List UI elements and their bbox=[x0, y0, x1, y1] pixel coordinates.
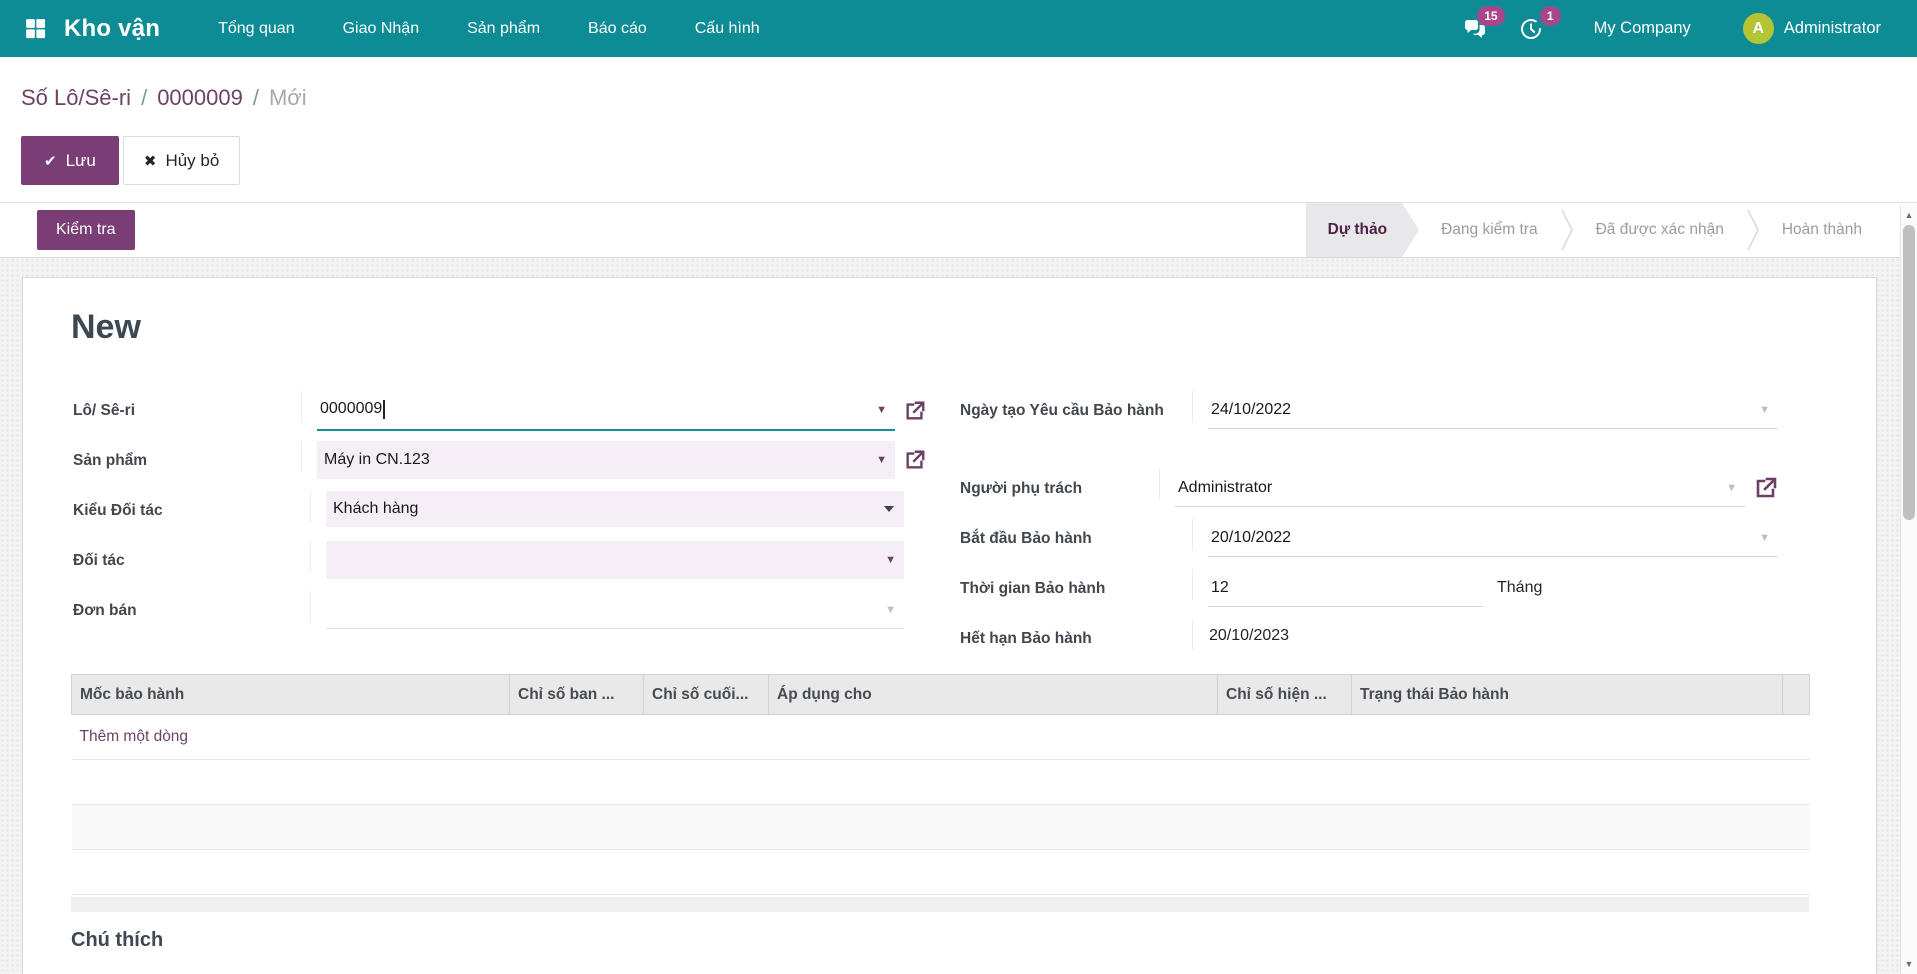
systray: 15 1 My Company A Administrator bbox=[1460, 13, 1903, 44]
dropdown-caret-icon[interactable]: ▼ bbox=[1759, 532, 1770, 544]
column-header-initial-index[interactable]: Chỉ số ban ... bbox=[510, 675, 644, 715]
state-hoan-thanh[interactable]: Hoàn thành bbox=[1760, 203, 1884, 257]
state-da-duoc-xac-nhan[interactable]: Đã được xác nhận bbox=[1574, 203, 1746, 257]
breadcrumb-current: Mới bbox=[269, 85, 307, 111]
breadcrumb-separator: / bbox=[141, 85, 147, 111]
field-label-warranty-duration: Thời gian Bảo hành bbox=[958, 569, 1193, 600]
x-icon: ✖ bbox=[144, 152, 157, 170]
chevron-separator-icon bbox=[1560, 203, 1574, 257]
table-row bbox=[72, 805, 1810, 850]
column-header-actions bbox=[1783, 675, 1810, 715]
dropdown-caret-icon[interactable]: ▼ bbox=[876, 454, 887, 466]
dropdown-caret-icon[interactable]: ▼ bbox=[885, 554, 896, 566]
control-panel: Số Lô/Sê-ri / 0000009 / Mới ✔ Lưu ✖ Hủy … bbox=[0, 57, 1917, 203]
dropdown-caret-icon[interactable]: ▼ bbox=[1726, 482, 1737, 494]
warranty-expiry-value: 20/10/2023 bbox=[1208, 619, 1289, 645]
form-left-column: Lô/ Sê-ri 0000009 ▼ Sản phẩm bbox=[71, 391, 926, 669]
odoo-app-window: Kho vận Tổng quan Giao Nhận Sản phẩm Báo… bbox=[0, 0, 1917, 974]
vertical-scrollbar[interactable]: ▲ ▼ bbox=[1900, 205, 1917, 974]
menu-giao-nhan[interactable]: Giao Nhận bbox=[319, 0, 444, 57]
field-label-warranty-start: Bắt đầu Bảo hành bbox=[958, 519, 1193, 550]
user-menu[interactable]: A Administrator bbox=[1743, 13, 1881, 44]
warranty-milestone-table: Mốc bảo hành Chỉ số ban ... Chỉ số cuối.… bbox=[71, 674, 1810, 895]
table-row bbox=[72, 760, 1810, 805]
breadcrumb: Số Lô/Sê-ri / 0000009 / Mới bbox=[21, 85, 307, 111]
select-arrow-icon bbox=[884, 506, 894, 512]
top-navbar: Kho vận Tổng quan Giao Nhận Sản phẩm Báo… bbox=[0, 0, 1917, 57]
partner-field[interactable]: ▼ bbox=[326, 541, 904, 579]
field-label-responsible: Người phụ trách bbox=[958, 469, 1160, 500]
activities-clock-icon[interactable]: 1 bbox=[1516, 14, 1546, 44]
field-label-partner: Đối tác bbox=[71, 541, 311, 572]
messages-icon[interactable]: 15 bbox=[1460, 14, 1490, 44]
save-button[interactable]: ✔ Lưu bbox=[21, 136, 119, 185]
column-header-milestone[interactable]: Mốc bảo hành bbox=[72, 675, 510, 715]
user-name: Administrator bbox=[1784, 19, 1881, 38]
request-date-field[interactable]: 24/10/2022 ▼ bbox=[1208, 391, 1778, 429]
app-brand[interactable]: Kho vận bbox=[64, 15, 160, 43]
chevron-separator-icon bbox=[1746, 203, 1760, 257]
user-avatar: A bbox=[1743, 13, 1774, 44]
external-link-icon[interactable] bbox=[904, 449, 926, 471]
scrollbar-down-arrow[interactable]: ▼ bbox=[1901, 956, 1917, 972]
breadcrumb-separator: / bbox=[253, 85, 259, 111]
column-header-apply-to[interactable]: Áp dụng cho bbox=[769, 675, 1218, 715]
check-action-button[interactable]: Kiểm tra bbox=[37, 210, 135, 250]
state-dang-kiem-tra[interactable]: Đang kiểm tra bbox=[1419, 203, 1559, 257]
product-field[interactable]: Máy in CN.123 ▼ bbox=[317, 441, 895, 479]
scrollbar-up-arrow[interactable]: ▲ bbox=[1901, 207, 1917, 223]
form-view-background: New Lô/ Sê-ri 0000009 ▼ bbox=[0, 258, 1917, 974]
menu-bao-cao[interactable]: Báo cáo bbox=[564, 0, 671, 57]
dropdown-caret-icon[interactable]: ▼ bbox=[1759, 404, 1770, 416]
field-label-product: Sản phẩm bbox=[71, 441, 302, 472]
lot-serial-input[interactable]: 0000009 ▼ bbox=[317, 391, 895, 431]
menu-tong-quan[interactable]: Tổng quan bbox=[194, 0, 319, 57]
partner-type-select[interactable]: Khách hàng bbox=[326, 491, 904, 527]
duration-unit-label: Tháng bbox=[1497, 579, 1542, 597]
sale-order-field[interactable]: ▼ bbox=[326, 591, 904, 629]
field-label-partner-type: Kiểu Đối tác bbox=[71, 491, 311, 522]
notes-section-label: Chú thích bbox=[71, 929, 1831, 952]
responsible-field[interactable]: Administrator ▼ bbox=[1175, 469, 1745, 507]
text-cursor bbox=[383, 400, 385, 419]
form-sheet: New Lô/ Sê-ri 0000009 ▼ bbox=[22, 277, 1877, 974]
main-menu: Tổng quan Giao Nhận Sản phẩm Báo cáo Cấu… bbox=[194, 0, 784, 57]
check-icon: ✔ bbox=[44, 152, 57, 170]
field-label-sale-order: Đơn bán bbox=[71, 591, 311, 622]
messages-badge: 15 bbox=[1477, 6, 1504, 26]
breadcrumb-root[interactable]: Số Lô/Sê-ri bbox=[21, 85, 131, 111]
activities-badge: 1 bbox=[1540, 6, 1561, 26]
menu-cau-hinh[interactable]: Cấu hình bbox=[671, 0, 784, 57]
warranty-duration-input[interactable]: 12 bbox=[1208, 569, 1483, 607]
state-du-thao[interactable]: Dự thảo bbox=[1306, 203, 1419, 257]
field-label-lot-serial: Lô/ Sê-ri bbox=[71, 391, 302, 422]
record-title: New bbox=[71, 308, 1831, 347]
dropdown-caret-icon[interactable]: ▼ bbox=[885, 604, 896, 616]
discard-button[interactable]: ✖ Hủy bỏ bbox=[123, 136, 240, 185]
form-statusbar: Kiểm tra Dự thảo Đang kiểm tra Đã được x… bbox=[0, 203, 1900, 258]
scrollbar-thumb[interactable] bbox=[1903, 225, 1915, 520]
menu-san-pham[interactable]: Sản phẩm bbox=[443, 0, 564, 57]
add-a-line-link[interactable]: Thêm một dòng bbox=[80, 728, 189, 745]
company-switcher[interactable]: My Company bbox=[1594, 19, 1691, 38]
external-link-icon[interactable] bbox=[1754, 476, 1778, 500]
status-pipeline: Dự thảo Đang kiểm tra Đã được xác nhận H… bbox=[1306, 203, 1900, 257]
breadcrumb-record[interactable]: 0000009 bbox=[157, 85, 243, 111]
column-header-current-index[interactable]: Chỉ số hiện ... bbox=[1218, 675, 1352, 715]
dropdown-caret-icon[interactable]: ▼ bbox=[876, 404, 887, 416]
external-link-icon[interactable] bbox=[904, 400, 926, 422]
table-row: Thêm một dòng bbox=[72, 715, 1810, 760]
apps-grid-icon[interactable] bbox=[20, 14, 50, 44]
field-label-warranty-expiry: Hết hạn Bảo hành bbox=[958, 619, 1193, 650]
table-footer-bar bbox=[71, 897, 1809, 912]
column-header-warranty-status[interactable]: Trạng thái Bảo hành bbox=[1352, 675, 1783, 715]
form-right-column: Ngày tạo Yêu cầu Bảo hành 24/10/2022 ▼ N… bbox=[958, 391, 1778, 669]
field-label-request-date: Ngày tạo Yêu cầu Bảo hành bbox=[958, 391, 1193, 422]
warranty-start-field[interactable]: 20/10/2022 ▼ bbox=[1208, 519, 1778, 557]
column-header-final-index[interactable]: Chỉ số cuối... bbox=[644, 675, 769, 715]
table-row bbox=[72, 850, 1810, 895]
